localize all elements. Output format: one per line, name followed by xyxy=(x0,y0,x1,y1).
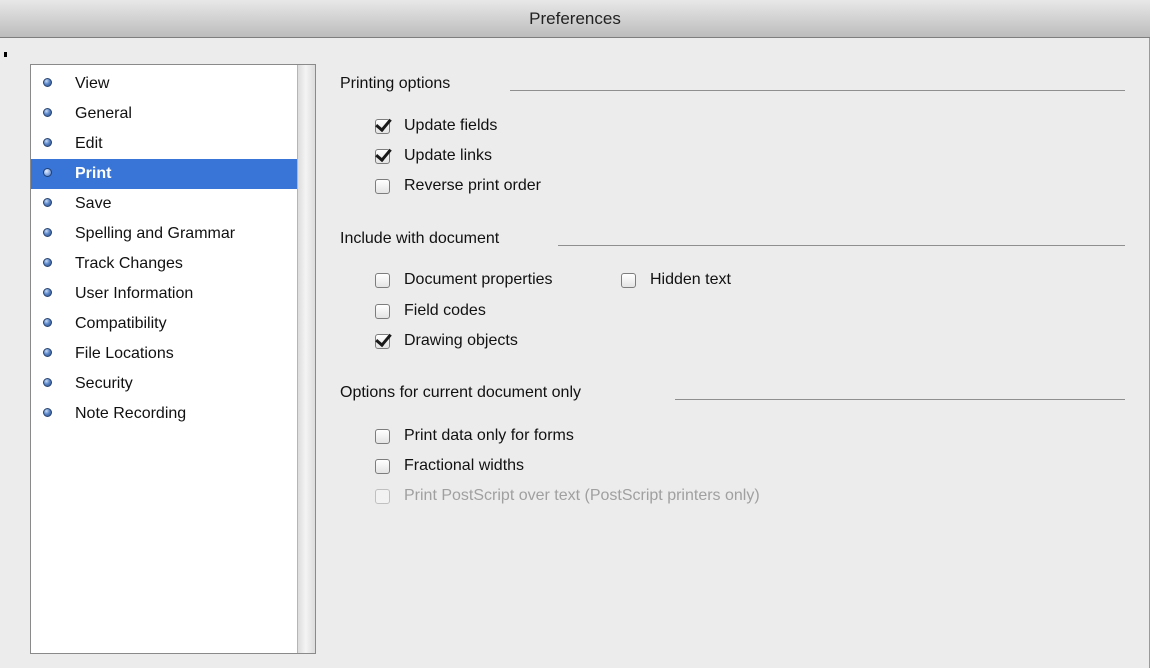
sidebar-item-label: Save xyxy=(75,195,112,212)
update-fields-label: Update fields xyxy=(404,117,498,134)
document-properties-label: Document properties xyxy=(404,271,553,288)
drawing-objects-label: Drawing objects xyxy=(404,332,518,349)
section-header-label: Options for current document only xyxy=(340,384,582,401)
update-fields-option[interactable]: Update fields xyxy=(375,115,497,137)
category-list: View General Edit Print Save Spelling an… xyxy=(30,64,316,654)
section-header-current-document-options: Options for current document only xyxy=(340,381,581,405)
sidebar-item-view[interactable]: View xyxy=(31,69,297,99)
section-header-label: Include with document xyxy=(340,230,500,247)
bullet-icon xyxy=(43,258,52,267)
fractional-widths-checkbox[interactable] xyxy=(375,458,390,474)
section-divider xyxy=(675,399,1125,400)
field-codes-option[interactable]: Field codes xyxy=(375,300,486,322)
section-divider xyxy=(510,90,1125,91)
bullet-icon xyxy=(43,348,52,357)
sidebar-item-label: Print xyxy=(75,165,112,182)
section-header-printing-options: Printing options xyxy=(340,72,450,96)
sidebar-item-security[interactable]: Security xyxy=(31,369,297,399)
print-postscript-over-text-label: Print PostScript over text (PostScript p… xyxy=(404,487,760,504)
sidebar-item-spelling-and-grammar[interactable]: Spelling and Grammar xyxy=(31,219,297,249)
document-properties-checkbox[interactable] xyxy=(375,272,390,288)
update-links-label: Update links xyxy=(404,147,493,164)
reverse-print-order-checkbox[interactable] xyxy=(375,178,390,194)
bullet-icon xyxy=(43,228,52,237)
sidebar-item-label: General xyxy=(75,105,132,122)
preferences-window: Preferences View General Edit Print Save… xyxy=(0,0,1150,668)
sidebar-item-file-locations[interactable]: File Locations xyxy=(31,339,297,369)
print-data-only-for-forms-option[interactable]: Print data only for forms xyxy=(375,425,574,447)
bullet-icon xyxy=(43,318,52,327)
section-divider xyxy=(558,245,1125,246)
sidebar-item-label: Track Changes xyxy=(75,255,183,272)
sidebar-item-label: Edit xyxy=(75,135,103,152)
window-title: Preferences xyxy=(529,9,621,28)
sidebar-item-user-information[interactable]: User Information xyxy=(31,279,297,309)
hidden-text-option[interactable]: Hidden text xyxy=(621,269,731,291)
sidebar-item-label: User Information xyxy=(75,285,194,302)
sidebar-item-label: Compatibility xyxy=(75,315,167,332)
drawing-objects-checkbox[interactable] xyxy=(375,333,390,349)
category-list-items: View General Edit Print Save Spelling an… xyxy=(31,69,297,429)
sidebar-item-label: Spelling and Grammar xyxy=(75,225,236,242)
bullet-icon xyxy=(43,288,52,297)
bullet-icon xyxy=(43,108,52,117)
sidebar-item-label: Note Recording xyxy=(75,405,187,422)
update-fields-checkbox[interactable] xyxy=(375,118,390,134)
sidebar-item-track-changes[interactable]: Track Changes xyxy=(31,249,297,279)
sidebar-item-print[interactable]: Print xyxy=(31,159,297,189)
sidebar-item-label: Security xyxy=(75,375,133,392)
sidebar-item-label: File Locations xyxy=(75,345,174,362)
field-codes-checkbox[interactable] xyxy=(375,303,390,319)
print-data-only-for-forms-checkbox[interactable] xyxy=(375,428,390,444)
sidebar-item-compatibility[interactable]: Compatibility xyxy=(31,309,297,339)
sidebar-item-edit[interactable]: Edit xyxy=(31,129,297,159)
corner-mark xyxy=(4,52,7,57)
hidden-text-checkbox[interactable] xyxy=(621,272,636,288)
bullet-icon xyxy=(43,408,52,417)
reverse-print-order-option[interactable]: Reverse print order xyxy=(375,175,541,197)
bullet-icon xyxy=(43,168,52,177)
window-titlebar[interactable]: Preferences xyxy=(0,0,1150,38)
update-links-option[interactable]: Update links xyxy=(375,145,492,167)
section-header-label: Printing options xyxy=(340,75,451,92)
update-links-checkbox[interactable] xyxy=(375,148,390,164)
sidebar-item-save[interactable]: Save xyxy=(31,189,297,219)
print-preferences-panel: Printing options Update fields Update li… xyxy=(340,64,1130,654)
bullet-icon xyxy=(43,78,52,87)
print-data-only-for-forms-label: Print data only for forms xyxy=(404,427,574,444)
category-list-scrollbar[interactable] xyxy=(297,65,315,653)
sidebar-item-general[interactable]: General xyxy=(31,99,297,129)
section-header-include-with-document: Include with document xyxy=(340,227,499,251)
hidden-text-label: Hidden text xyxy=(650,271,731,288)
reverse-print-order-label: Reverse print order xyxy=(404,177,541,194)
bullet-icon xyxy=(43,198,52,207)
sidebar-item-note-recording[interactable]: Note Recording xyxy=(31,399,297,429)
drawing-objects-option[interactable]: Drawing objects xyxy=(375,330,518,352)
print-postscript-over-text-checkbox xyxy=(375,488,390,504)
print-postscript-over-text-option: Print PostScript over text (PostScript p… xyxy=(375,485,760,507)
fractional-widths-label: Fractional widths xyxy=(404,457,525,474)
document-properties-option[interactable]: Document properties xyxy=(375,269,553,291)
fractional-widths-option[interactable]: Fractional widths xyxy=(375,455,524,477)
bullet-icon xyxy=(43,138,52,147)
field-codes-label: Field codes xyxy=(404,302,486,319)
sidebar-item-label: View xyxy=(75,75,110,92)
bullet-icon xyxy=(43,378,52,387)
